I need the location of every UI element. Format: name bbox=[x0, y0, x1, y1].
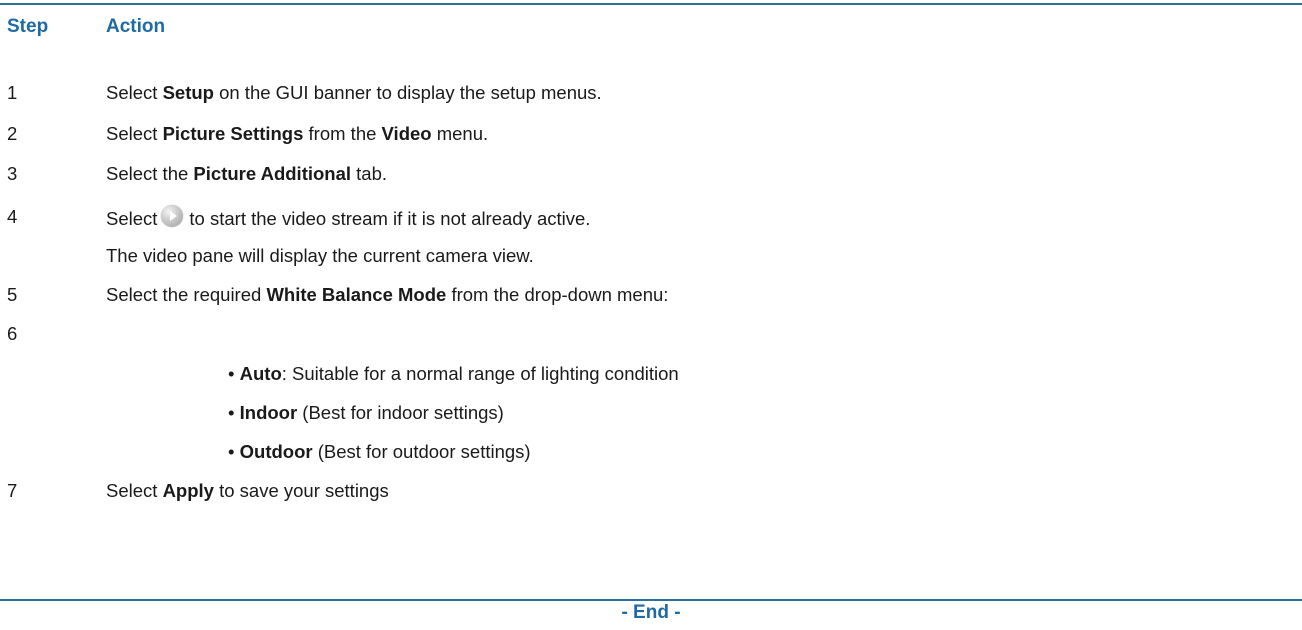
option-text: • Auto: Suitable for a normal range of l… bbox=[228, 362, 679, 386]
ui-term: Picture Settings bbox=[162, 123, 304, 144]
option-text: • Outdoor (Best for outdoor settings) bbox=[228, 440, 531, 464]
step-number: 2 bbox=[7, 123, 18, 144]
step-text-part: from the drop-down menu: bbox=[446, 284, 669, 305]
step-text-part: Select bbox=[106, 123, 163, 144]
step-number: 6 bbox=[7, 323, 18, 344]
play-icon bbox=[161, 205, 184, 227]
step-number: 5 bbox=[7, 284, 18, 305]
ui-term: Setup bbox=[162, 82, 214, 103]
header-action: Action bbox=[106, 16, 166, 37]
step-text-part: Select the required bbox=[106, 284, 267, 305]
bottom-rule bbox=[0, 599, 1302, 601]
step-text-part: Select bbox=[106, 480, 163, 501]
step-text-part: on the GUI banner to display the setup m… bbox=[213, 82, 602, 103]
option-name: Auto bbox=[239, 363, 282, 384]
option-description: (Best for indoor settings) bbox=[297, 402, 504, 423]
step-text-part: tab. bbox=[351, 163, 388, 184]
end-marker: - End - bbox=[621, 602, 681, 623]
step-number: 3 bbox=[7, 163, 18, 184]
step-text: Select the required White Balance Mode f… bbox=[106, 283, 668, 307]
header-step: Step bbox=[7, 16, 49, 37]
step-text-part: from the bbox=[303, 123, 382, 144]
top-rule bbox=[0, 3, 1302, 5]
step-text: Select the Picture Additional tab. bbox=[106, 162, 387, 186]
step-number: 7 bbox=[7, 480, 18, 501]
step-text-part: Select bbox=[106, 208, 158, 229]
option-description: (Best for outdoor settings) bbox=[312, 441, 531, 462]
bullet-icon: • bbox=[228, 402, 235, 423]
bullet-icon: • bbox=[228, 441, 235, 462]
ui-term: Picture Additional bbox=[193, 163, 352, 184]
step-text-part: Select the bbox=[106, 163, 194, 184]
procedure-document: Step Action 1 Select Setup on the GUI ba… bbox=[0, 0, 1302, 630]
step-text: Select to start the video stream if it is… bbox=[106, 205, 590, 231]
step-number: 1 bbox=[7, 82, 18, 103]
step-text: Select Picture Settings from the Video m… bbox=[106, 122, 488, 146]
option-name: Indoor bbox=[239, 402, 298, 423]
step-text-part: Select bbox=[106, 82, 163, 103]
table-header: Step Action bbox=[0, 14, 1302, 42]
option-description: : Suitable for a normal range of lightin… bbox=[281, 363, 679, 384]
ui-term: Video bbox=[381, 123, 432, 144]
step-text-part: to save your settings bbox=[213, 480, 389, 501]
step-text-part: to start the video stream if it is not a… bbox=[189, 208, 591, 229]
step-text-part: menu. bbox=[431, 123, 489, 144]
option-text: • Indoor (Best for indoor settings) bbox=[228, 401, 504, 425]
step-number: 4 bbox=[7, 206, 18, 227]
ui-term: Apply bbox=[162, 480, 214, 501]
ui-term: White Balance Mode bbox=[266, 284, 447, 305]
bullet-icon: • bbox=[228, 363, 235, 384]
step-note: The video pane will display the current … bbox=[106, 245, 534, 266]
step-text: Select Setup on the GUI banner to displa… bbox=[106, 81, 602, 105]
option-name: Outdoor bbox=[239, 441, 313, 462]
step-text: Select Apply to save your settings bbox=[106, 479, 389, 503]
